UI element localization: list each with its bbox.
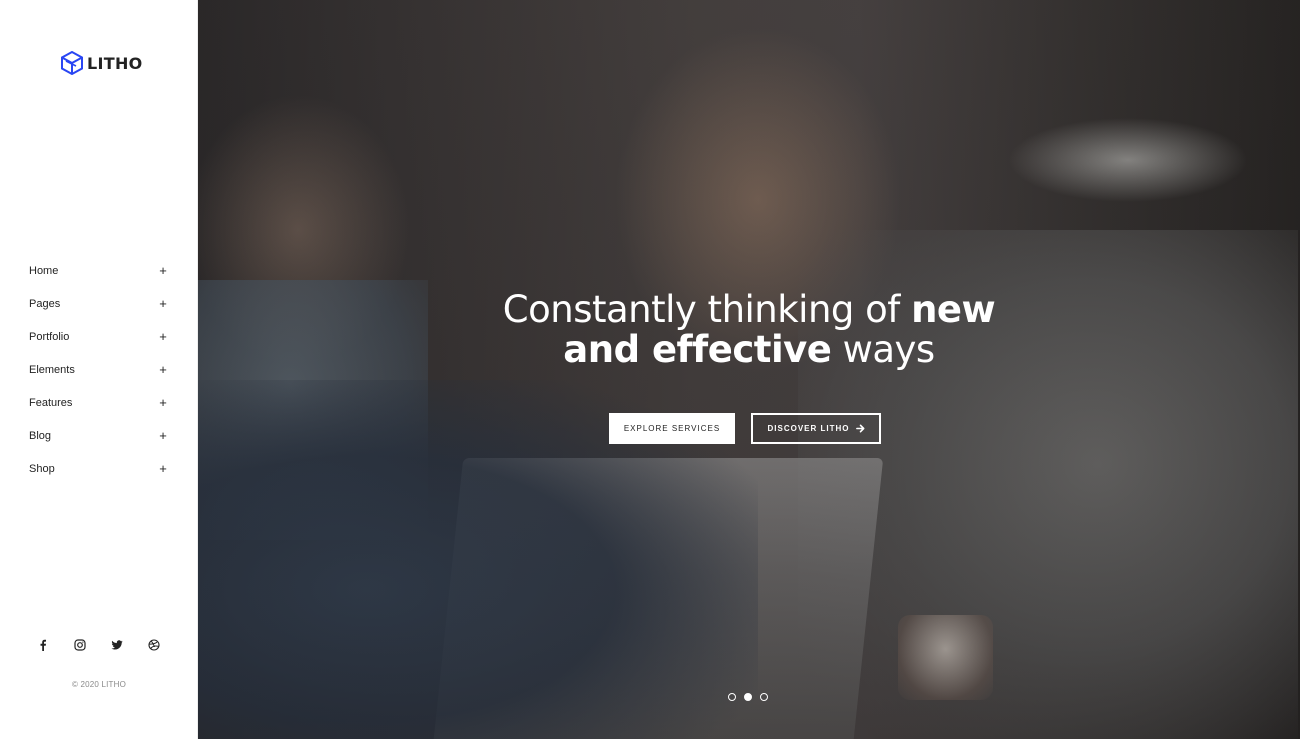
headline-line1-bold: new xyxy=(911,288,996,331)
menu-item-label: Shop xyxy=(29,462,55,475)
page: LITHO Home + Pages + Portfolio + Element… xyxy=(0,0,1300,739)
menu-item-portfolio[interactable]: Portfolio + xyxy=(29,320,168,353)
plus-icon[interactable]: + xyxy=(158,363,168,376)
logo[interactable]: LITHO xyxy=(61,51,143,75)
slider-pagination xyxy=(728,693,768,701)
menu-item-pages[interactable]: Pages + xyxy=(29,287,168,320)
plus-icon[interactable]: + xyxy=(158,429,168,442)
hexagon-cube-icon xyxy=(61,51,83,75)
menu-item-label: Blog xyxy=(29,429,52,442)
menu-item-label: Elements xyxy=(29,363,75,376)
hero-content: Constantly thinking of new and effective… xyxy=(198,290,1300,370)
hero-headline: Constantly thinking of new and effective… xyxy=(198,290,1300,370)
menu-item-elements[interactable]: Elements + xyxy=(29,353,168,386)
plus-icon[interactable]: + xyxy=(158,462,168,475)
menu-item-label: Portfolio xyxy=(29,330,70,343)
twitter-icon[interactable] xyxy=(109,637,125,653)
plus-icon[interactable]: + xyxy=(158,396,168,409)
explore-services-label: Explore services xyxy=(623,424,721,433)
hero-buttons: Explore services Discover litho xyxy=(609,413,881,444)
slide-dot-2[interactable] xyxy=(744,693,752,701)
slide-dot-3[interactable] xyxy=(760,693,768,701)
dribbble-icon[interactable] xyxy=(146,637,162,653)
menu-item-label: Pages xyxy=(29,297,61,310)
plus-icon[interactable]: + xyxy=(158,297,168,310)
instagram-icon[interactable] xyxy=(72,637,88,653)
headline-line2-light: ways xyxy=(831,328,936,371)
menu-item-features[interactable]: Features + xyxy=(29,386,168,419)
menu-item-label: Home xyxy=(29,264,59,277)
headline-line2-bold: and effective xyxy=(563,328,832,371)
slide-dot-1[interactable] xyxy=(728,693,736,701)
hero-slider: Constantly thinking of new and effective… xyxy=(198,0,1300,739)
plus-icon[interactable]: + xyxy=(158,330,168,343)
sidebar: LITHO Home + Pages + Portfolio + Element… xyxy=(0,0,198,739)
headline-line1-light: Constantly thinking of xyxy=(502,288,912,331)
arrow-right-icon xyxy=(855,424,864,433)
discover-litho-button[interactable]: Discover litho xyxy=(751,413,881,444)
plus-icon[interactable]: + xyxy=(158,264,168,277)
menu-item-shop[interactable]: Shop + xyxy=(29,452,168,485)
menu-item-blog[interactable]: Blog + xyxy=(29,419,168,452)
explore-services-button[interactable]: Explore services xyxy=(609,413,735,444)
discover-litho-label: Discover litho xyxy=(767,424,850,433)
logo-text: LITHO xyxy=(87,53,143,73)
facebook-icon[interactable] xyxy=(35,637,51,653)
copyright-text: © 2020 LITHO xyxy=(71,680,127,689)
menu-item-home[interactable]: Home + xyxy=(29,254,168,287)
social-links xyxy=(35,637,162,653)
main-menu: Home + Pages + Portfolio + Elements + Fe… xyxy=(29,254,168,485)
menu-item-label: Features xyxy=(29,396,73,409)
